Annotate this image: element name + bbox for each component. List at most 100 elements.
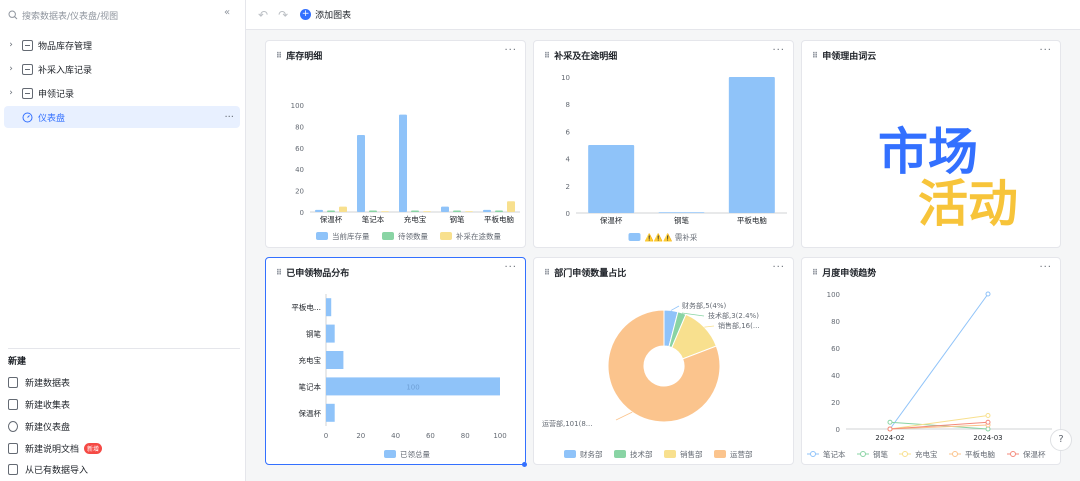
search-input[interactable]: 搜索数据表/仪表盘/视图 bbox=[8, 6, 208, 24]
new-form-button[interactable]: 新建收集表 bbox=[8, 395, 70, 413]
dashboard-icon bbox=[8, 420, 18, 432]
legend-swatch bbox=[810, 451, 816, 457]
new-item-label: 新建仪表盘 bbox=[25, 422, 71, 433]
redo-icon[interactable]: ↷ bbox=[278, 8, 288, 22]
chart-card-wordcloud[interactable]: ⠿ 申领理由词云 ··· 市场 活动 bbox=[801, 40, 1061, 248]
import-data-button[interactable]: 从已有数据导入 bbox=[8, 460, 88, 478]
dashboard-icon bbox=[22, 112, 33, 122]
card-title: 补采及在途明细 bbox=[554, 52, 618, 62]
y-tick-label: 60 bbox=[831, 345, 840, 353]
help-icon[interactable]: ? bbox=[1050, 429, 1072, 451]
add-chart-button[interactable]: + 添加图表 bbox=[300, 8, 351, 21]
y-tick-label: 保温杯 bbox=[299, 408, 322, 418]
x-tick-label: 钢笔 bbox=[450, 214, 465, 224]
bar bbox=[326, 324, 335, 343]
legend-label: 补采在途数量 bbox=[456, 231, 501, 241]
bar bbox=[495, 210, 503, 212]
sidebar-item-label: 仪表盘 bbox=[38, 113, 66, 124]
more-options-icon[interactable]: ··· bbox=[504, 45, 517, 56]
chevron-right-icon[interactable]: › bbox=[4, 88, 18, 98]
more-options-icon[interactable]: ··· bbox=[772, 45, 785, 56]
undo-icon[interactable]: ↶ bbox=[258, 8, 268, 22]
data-point bbox=[887, 419, 893, 425]
drag-handle-icon[interactable]: ⠿ bbox=[544, 51, 550, 60]
new-item-label: 从已有数据导入 bbox=[25, 465, 89, 476]
more-options-icon[interactable]: ··· bbox=[772, 262, 785, 273]
bar bbox=[327, 210, 335, 212]
x-tick-label: 保温杯 bbox=[320, 214, 343, 224]
search-placeholder: 搜索数据表/仪表盘/视图 bbox=[22, 11, 119, 22]
sidebar-item-dashboard[interactable]: 仪表盘 ··· bbox=[4, 106, 240, 128]
x-tick-label: 保温杯 bbox=[600, 215, 623, 225]
sidebar-item-inventory[interactable]: › 物品库存管理 bbox=[4, 34, 240, 56]
bar bbox=[453, 210, 461, 212]
bar bbox=[507, 201, 515, 212]
new-dashboard-button[interactable]: 新建仪表盘 bbox=[8, 417, 70, 435]
bar bbox=[658, 212, 705, 213]
chart-card-trend[interactable]: 0 20 40 60 80 100 2024-02 2024-03 笔记本 钢笔 充电宝 平板电脑 保温… bbox=[801, 257, 1061, 465]
bar bbox=[728, 77, 775, 213]
drag-handle-icon[interactable]: ⠿ bbox=[812, 51, 818, 60]
more-options-icon[interactable]: ··· bbox=[1039, 262, 1052, 273]
more-options-icon[interactable]: ··· bbox=[224, 112, 234, 123]
label-leader bbox=[704, 325, 715, 328]
bar bbox=[588, 145, 635, 213]
bar bbox=[483, 209, 491, 212]
new-item-label: 新建收集表 bbox=[25, 400, 71, 411]
drag-handle-icon[interactable]: ⠿ bbox=[276, 268, 282, 277]
x-tick-label: 60 bbox=[426, 432, 435, 440]
drag-handle-icon[interactable]: ⠿ bbox=[276, 51, 282, 60]
slice-label: 销售部,16(... bbox=[718, 321, 760, 330]
y-tick-label: 钢笔 bbox=[306, 329, 321, 339]
legend-label: 已领总量 bbox=[400, 449, 430, 459]
legend-label: 销售部 bbox=[680, 449, 703, 459]
collapse-sidebar-icon[interactable]: « bbox=[224, 7, 230, 18]
y-tick-label: 80 bbox=[831, 318, 840, 326]
chevron-right-icon[interactable]: › bbox=[4, 40, 18, 50]
sidebar-item-requests[interactable]: › 申领记录 bbox=[4, 82, 240, 104]
new-table-button[interactable]: 新建数据表 bbox=[8, 373, 70, 391]
wordcloud-word: 市场 bbox=[878, 123, 978, 181]
new-badge: 新增 bbox=[84, 442, 103, 454]
data-point bbox=[985, 413, 991, 418]
y-tick-label: 4 bbox=[566, 156, 571, 164]
y-tick-label: 80 bbox=[295, 123, 304, 131]
resize-handle[interactable] bbox=[522, 462, 527, 467]
sidebar-item-restock[interactable]: › 补采入库记录 bbox=[4, 58, 240, 80]
y-tick-label: 100 bbox=[291, 102, 304, 110]
drag-handle-icon[interactable]: ⠿ bbox=[812, 268, 818, 277]
card-title: 月度申领趋势 bbox=[822, 269, 877, 279]
chart-card-inventory[interactable]: 0 20 40 60 80 100 保温杯 笔记本 充电宝 钢笔 平板电脑 当前库存量 待领数量 补采在途… bbox=[265, 40, 526, 248]
y-tick-label: 充电宝 bbox=[299, 355, 322, 365]
chevron-right-icon[interactable]: › bbox=[4, 64, 18, 74]
legend-swatch bbox=[316, 232, 328, 240]
more-options-icon[interactable]: ··· bbox=[504, 262, 517, 273]
series-line bbox=[889, 293, 989, 430]
x-tick-label: 0 bbox=[324, 432, 328, 440]
y-tick-label: 40 bbox=[831, 372, 840, 380]
y-tick-label: 20 bbox=[295, 188, 304, 196]
legend-swatch bbox=[1010, 451, 1016, 457]
card-title: 库存明细 bbox=[286, 52, 323, 62]
y-tick-label: 10 bbox=[561, 74, 570, 82]
chart-card-distribution[interactable]: 0 20 40 60 80 100 平板电... 钢笔 充电宝 笔记本 100 保温杯 已领总量 ⠿ 已申… bbox=[265, 257, 526, 465]
y-tick-label: 60 bbox=[295, 145, 304, 153]
chart-card-department[interactable]: 财务部,5(4%) 技术部,3(2.4%) 销售部,16(... 运营部,101(8.… bbox=[533, 257, 794, 465]
more-options-icon[interactable]: ··· bbox=[1039, 45, 1052, 56]
add-chart-label: 添加图表 bbox=[315, 11, 352, 21]
bar bbox=[315, 209, 323, 212]
y-tick-label: 0 bbox=[836, 426, 840, 434]
drag-handle-icon[interactable]: ⠿ bbox=[544, 268, 550, 277]
legend-swatch bbox=[564, 450, 576, 458]
x-tick-label: 充电宝 bbox=[404, 214, 427, 224]
table-icon bbox=[22, 39, 33, 51]
new-section-title: 新建 bbox=[8, 357, 27, 367]
x-tick-label: 40 bbox=[391, 432, 400, 440]
app-window: 搜索数据表/仪表盘/视图 « › 物品库存管理 › 补采入库记录 › 申领记录 … bbox=[0, 0, 1080, 481]
new-doc-button[interactable]: 新建说明文档 新增 bbox=[8, 439, 103, 457]
sidebar: 搜索数据表/仪表盘/视图 « › 物品库存管理 › 补采入库记录 › 申领记录 … bbox=[0, 0, 246, 481]
inventory-bar-chart: 0 20 40 60 80 100 保温杯 笔记本 充电宝 钢笔 平板电脑当前库存量 待领数量 补采在途… bbox=[291, 102, 520, 241]
chart-card-restock[interactable]: 0 2 4 6 8 10 保温杯 钢笔 平板电脑 ⚠️⚠️⚠️ 需补采 ⠿ 补采及在途明细 ··· bbox=[533, 40, 794, 248]
trend-line-chart: 0 20 40 60 80 100 2024-02 2024-03 笔记本 钢笔 充电宝 平板电脑 保温… bbox=[807, 291, 1052, 459]
data-point bbox=[985, 426, 991, 432]
